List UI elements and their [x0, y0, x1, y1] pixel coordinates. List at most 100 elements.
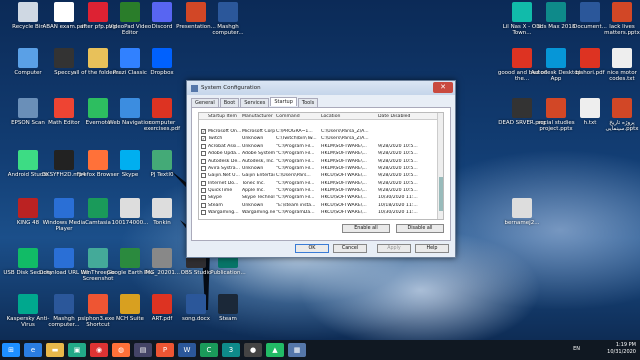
- table-row[interactable]: [199, 120, 443, 127]
- startup-checkbox[interactable]: [201, 158, 206, 164]
- tab-services[interactable]: Services: [240, 98, 270, 107]
- desktop-icon[interactable]: bernamej2...: [496, 198, 548, 226]
- table-row[interactable]: Acrobat Assi... Unknown "C:\Program Fil...…: [199, 143, 443, 150]
- startup-checkbox[interactable]: [201, 188, 206, 194]
- table-cell: HKCU\SOFTWARE\...: [321, 210, 367, 216]
- table-row[interactable]: Adobe Upda...Adobe System..."C:\Program …: [199, 150, 443, 157]
- desktop-icon[interactable]: computer exercises.pdf: [136, 98, 188, 132]
- help-button[interactable]: Help: [415, 244, 449, 253]
- table-row[interactable]: Steam Unknown "E:\steam insta... HKCU\SOFTW…: [199, 202, 443, 209]
- startup-checkbox[interactable]: ✓: [201, 136, 206, 142]
- tab-startup[interactable]: Startup: [270, 97, 297, 106]
- desktop-icon[interactable]: پروژه تاریخ سینمایی.pptx: [596, 98, 640, 132]
- desktop-icon-label: پروژه تاریخ سینمایی.pptx: [605, 120, 639, 132]
- desktop-icon[interactable]: Tonkin: [136, 198, 188, 226]
- column-header[interactable]: Location: [320, 114, 377, 119]
- table-row[interactable]: ✓Microsoft On...Microsoft Corp...C:\PROG…: [199, 128, 443, 135]
- table-row[interactable]: Avira Systra... Unknown "C:\Program Fil...…: [199, 165, 443, 172]
- system-config-icon[interactable]: ▦: [288, 343, 306, 357]
- table-row[interactable]: Autodesk De... Autodesk, Inc. "C:\Program …: [199, 157, 443, 164]
- startup-checkbox[interactable]: [201, 143, 206, 149]
- table-cell: "C:\Program Fil...: [276, 195, 315, 201]
- table-cell: Apple Inc.: [242, 188, 265, 194]
- cancel-button[interactable]: Cancel: [333, 244, 367, 253]
- startup-checkbox[interactable]: [201, 151, 206, 157]
- explorer-icon[interactable]: ▤: [134, 343, 152, 357]
- scanner-icon: [18, 98, 38, 118]
- table-row[interactable]: Internet Do... Tonec Inc. "C:\Program Fil.…: [199, 180, 443, 187]
- table-cell: 9/28/2020 10:5...: [378, 173, 418, 179]
- pdf-icon: [152, 294, 172, 314]
- 3dsmax-icon: [546, 2, 566, 22]
- checkbox-cell: [199, 151, 207, 157]
- vertical-scrollbar[interactable]: [437, 113, 443, 219]
- firefox-icon[interactable]: ◍: [112, 343, 130, 357]
- windows-start-icon[interactable]: ⊞: [2, 343, 20, 357]
- desktop-icon-label: lack lives matters.pptx: [604, 24, 640, 36]
- desktop-icon[interactable]: PJ TextI0: [136, 150, 188, 178]
- table-row[interactable]: Skype Skype Technol..."C:\Program Fil... H…: [199, 194, 443, 201]
- checkbox-cell: [199, 195, 207, 201]
- tab-general[interactable]: General: [191, 98, 219, 107]
- tab-tools[interactable]: Tools: [297, 98, 319, 107]
- psiphon-icon[interactable]: P: [156, 343, 174, 357]
- desktop-icon[interactable]: Dropbox: [136, 48, 188, 76]
- table-row[interactable]: QuickTime Apple Inc. "C:\Program Fil... HKL…: [199, 187, 443, 194]
- table-cell: "C:\Program Fil...: [276, 180, 315, 186]
- table-cell: "C:\Program Fil...: [276, 188, 315, 194]
- startup-checkbox[interactable]: [201, 202, 206, 208]
- column-header[interactable]: Manufacturer: [241, 114, 275, 119]
- desktop-icon[interactable]: Steam: [202, 294, 254, 322]
- 3dsmax-icon[interactable]: 3: [222, 343, 240, 357]
- table-row[interactable]: ✓ Twitch Unknown C:\Twitch\bin\Tw... C:\User…: [199, 135, 443, 142]
- desktop-icon[interactable]: nice motor codes.txt: [596, 48, 640, 82]
- system-configuration-dialog[interactable]: System Configuration ✕ General Boot Serv…: [186, 80, 456, 258]
- desktop-icon[interactable]: Mashgh computer...: [202, 2, 254, 36]
- table-row[interactable]: Gaijin.Net U...Gaijin Entertain...C:\Use…: [199, 172, 443, 179]
- table-cell: HKLM\SOFTWARE\...: [321, 188, 367, 194]
- startup-checkbox[interactable]: [201, 195, 206, 201]
- chrome-icon[interactable]: ◉: [90, 343, 108, 357]
- table-cell: Wargaming.net: [242, 210, 275, 216]
- disable-all-button[interactable]: Disable all: [396, 224, 444, 233]
- language-indicator[interactable]: EN: [573, 346, 580, 352]
- ok-button[interactable]: OK: [295, 244, 329, 253]
- media-center-icon[interactable]: ▣: [68, 343, 86, 357]
- startup-checkbox[interactable]: [201, 165, 206, 171]
- enable-all-button[interactable]: Enable all: [342, 224, 390, 233]
- column-header[interactable]: Startup Item: [207, 114, 241, 119]
- table-cell: HKLM\SOFTWARE\...: [321, 151, 367, 157]
- startup-checkbox[interactable]: [201, 180, 206, 186]
- table-cell: C:\PROGRA~1...: [276, 128, 313, 134]
- dialog-titlebar[interactable]: System Configuration ✕: [187, 81, 455, 95]
- table-cell: Acrobat Assi...: [208, 143, 241, 149]
- table-row[interactable]: Wargaming... Wargaming.net "C:\ProgramDa..…: [199, 209, 443, 216]
- column-header[interactable]: Date Disabled: [377, 114, 435, 119]
- clock[interactable]: 1:19 PM 10/31/2020: [607, 342, 636, 356]
- desktop-icon[interactable]: lack lives matters.pptx: [596, 2, 640, 36]
- clock-time: 1:19 PM: [615, 342, 636, 348]
- camtasia-icon[interactable]: C: [200, 343, 218, 357]
- text-icon: [612, 48, 632, 68]
- apply-button[interactable]: Apply: [377, 244, 411, 253]
- table-cell: 10/18/2020 11:...: [378, 202, 418, 208]
- checkbox-cell: [199, 143, 207, 149]
- table-cell: "C:\Program Fil...: [276, 158, 315, 164]
- word-icon[interactable]: W: [178, 343, 196, 357]
- table-cell: "C:\Program Fil...: [276, 165, 315, 171]
- document-icon: [512, 198, 532, 218]
- startup-items-table[interactable]: Startup Item Manufacturer Command Locati…: [198, 112, 444, 220]
- ie-icon[interactable]: e: [24, 343, 42, 357]
- ppt-icon: [612, 98, 632, 118]
- tab-boot[interactable]: Boot: [219, 98, 240, 107]
- table-cell: HKLM\SOFTWARE\...: [321, 180, 367, 186]
- obs-icon[interactable]: ●: [244, 343, 262, 357]
- startup-checkbox[interactable]: ✓: [201, 128, 206, 134]
- startup-checkbox[interactable]: [201, 210, 206, 216]
- folder-icon[interactable]: ▬: [46, 343, 64, 357]
- close-button[interactable]: ✕: [433, 82, 453, 93]
- photos-icon[interactable]: ▲: [266, 343, 284, 357]
- startup-checkbox[interactable]: [201, 173, 206, 179]
- scrollbar-thumb[interactable]: [439, 177, 443, 211]
- column-header[interactable]: Command: [275, 114, 320, 119]
